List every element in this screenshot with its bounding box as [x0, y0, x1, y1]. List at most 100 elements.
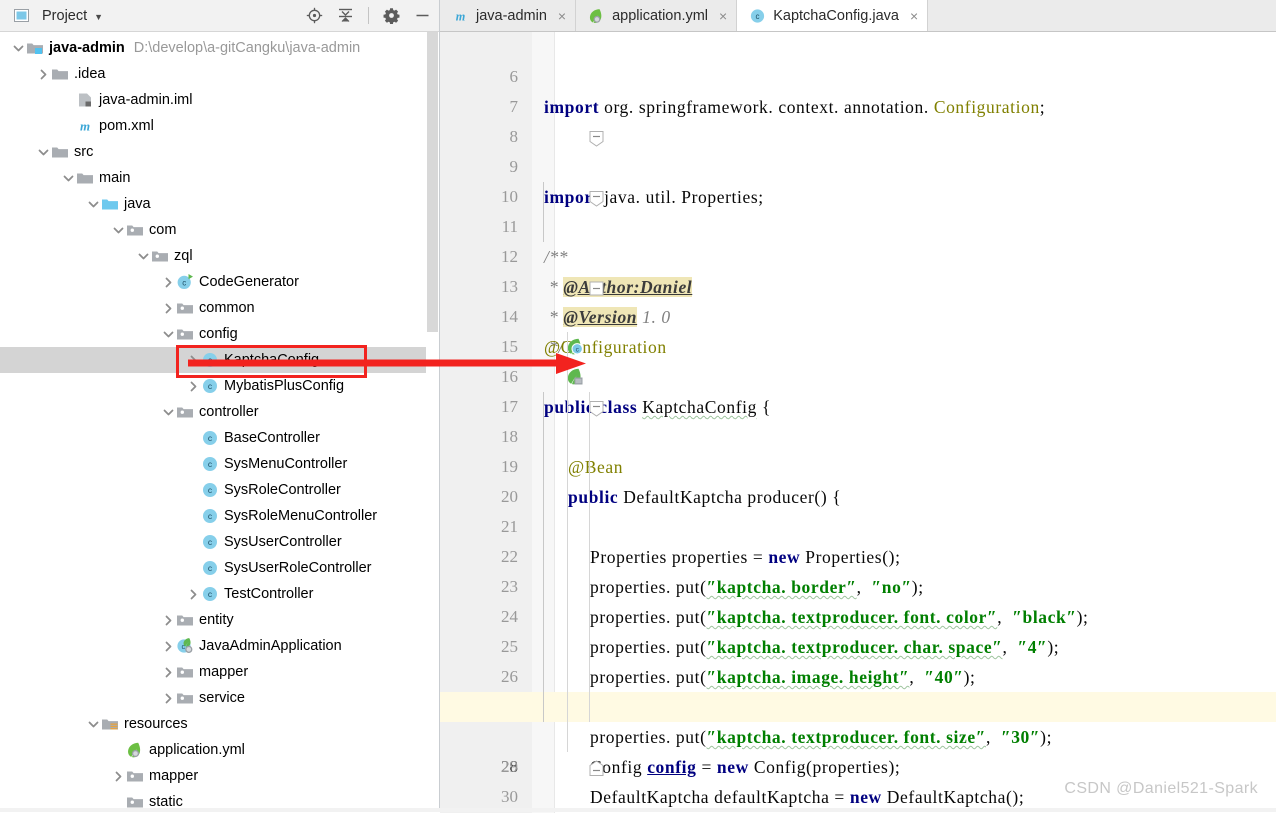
editor-tab-kaptchaconfig-java[interactable]: c KaptchaConfig.java ×	[737, 0, 929, 31]
tree-row-mapper[interactable]: mapper	[0, 659, 439, 685]
tree-row-com[interactable]: com	[0, 217, 439, 243]
spring-bean-class-gutter-icon[interactable]: c	[512, 307, 584, 355]
tree-row-main[interactable]: main	[0, 165, 439, 191]
package-icon	[126, 221, 144, 239]
tree-row-sysmenucontroller[interactable]: c SysMenuController	[0, 451, 439, 477]
tree-row-sysusercontroller[interactable]: c SysUserController	[0, 529, 439, 555]
chevron-down-icon[interactable]	[60, 165, 76, 191]
maven-pom-icon: m	[76, 117, 94, 135]
class-icon: c	[201, 585, 219, 603]
chevron-right-icon[interactable]	[185, 373, 201, 399]
chevron-right-icon[interactable]	[160, 685, 176, 711]
chevron-right-icon[interactable]	[35, 61, 51, 87]
tree-row-testcontroller[interactable]: c TestController	[0, 581, 439, 607]
class-runnable-icon: c	[176, 273, 194, 291]
chevron-down-icon[interactable]	[85, 711, 101, 737]
tree-row-java-admin[interactable]: java-admin D:\develop\a-gitCangku\java-ad…	[0, 35, 439, 61]
tree-row-entity[interactable]: entity	[0, 607, 439, 633]
chevron-down-icon[interactable]: ▼	[94, 12, 103, 22]
tree-row-resources[interactable]: resources	[0, 711, 439, 737]
tree-row-zql[interactable]: zql	[0, 243, 439, 269]
scrollbar-thumb[interactable]	[427, 32, 438, 332]
tree-arrow-placeholder	[185, 477, 201, 503]
chevron-down-icon[interactable]	[110, 217, 126, 243]
project-tree-scrollbar[interactable]	[426, 32, 439, 813]
tree-row-label: mapper	[199, 664, 249, 680]
project-toolbar: Project ▼	[0, 0, 439, 32]
fold-marker-icon[interactable]	[536, 98, 604, 147]
chevron-right-icon[interactable]	[185, 581, 201, 607]
spring-bean-method-gutter-icon[interactable]	[512, 337, 583, 385]
editor-tab-java-admin[interactable]: m java-admin ×	[440, 0, 577, 31]
tree-row-javaadminapplication[interactable]: c JavaAdminApplication	[0, 633, 439, 659]
tree-row-src[interactable]: src	[0, 139, 439, 165]
tree-arrow-placeholder	[185, 529, 201, 555]
code-line: 6 import org. springframework. context. …	[440, 32, 1276, 117]
chevron-down-icon[interactable]	[160, 321, 176, 347]
chevron-right-icon[interactable]	[185, 347, 201, 373]
svg-text:c: c	[756, 12, 760, 21]
tree-row-service[interactable]: service	[0, 685, 439, 711]
chevron-down-icon[interactable]	[160, 399, 176, 425]
project-tree-scroll[interactable]: java-admin D:\develop\a-gitCangku\java-ad…	[0, 32, 439, 813]
code-line: 10 /**	[440, 152, 1276, 267]
package-icon	[176, 325, 194, 343]
chevron-right-icon[interactable]	[160, 295, 176, 321]
chevron-right-icon[interactable]	[160, 607, 176, 633]
code-content[interactable]: 6 import org. springframework. context. …	[440, 32, 1276, 813]
chevron-down-icon[interactable]	[35, 139, 51, 165]
tree-row-label: KaptchaConfig	[224, 352, 320, 368]
code-line: 30 }	[440, 752, 1276, 806]
collapse-all-icon[interactable]	[337, 7, 354, 24]
locate-target-icon[interactable]	[306, 7, 323, 24]
tree-row-java[interactable]: java	[0, 191, 439, 217]
fold-marker-icon[interactable]	[536, 158, 604, 207]
fold-marker-icon[interactable]	[536, 368, 604, 417]
tree-row-label: CodeGenerator	[199, 274, 299, 290]
close-icon[interactable]: ×	[910, 9, 918, 23]
editor-tab-application-yml[interactable]: application.yml ×	[576, 0, 738, 31]
tree-row-label: application.yml	[149, 742, 245, 758]
tree-row-config[interactable]: config	[0, 321, 439, 347]
chevron-right-icon[interactable]	[160, 659, 176, 685]
tree-row-sysrolecontroller[interactable]: c SysRoleController	[0, 477, 439, 503]
package-icon	[126, 767, 144, 785]
module-folder-icon	[26, 39, 44, 57]
chevron-down-icon[interactable]	[85, 191, 101, 217]
fold-marker-icon[interactable]	[536, 248, 604, 296]
tree-row-controller[interactable]: controller	[0, 399, 439, 425]
tree-row-codegenerator[interactable]: c CodeGenerator	[0, 269, 439, 295]
tree-row-mapper[interactable]: mapper	[0, 763, 439, 789]
code-editor[interactable]: 6 import org. springframework. context. …	[440, 32, 1276, 813]
tree-row-label: BaseController	[224, 430, 320, 446]
tree-row-pom-xml[interactable]: m pom.xml	[0, 113, 439, 139]
tree-row-application-yml[interactable]: application.yml	[0, 737, 439, 763]
close-icon[interactable]: ×	[558, 9, 566, 23]
chevron-down-icon[interactable]	[135, 243, 151, 269]
editor-area: m java-admin × application.yml × c KaptchaConf…	[440, 0, 1276, 813]
gear-icon[interactable]	[383, 7, 400, 25]
fold-region-line	[543, 572, 544, 602]
tree-row-label: resources	[124, 716, 188, 732]
project-title-group[interactable]: Project ▼	[0, 7, 103, 25]
tree-row--idea[interactable]: .idea	[0, 61, 439, 87]
minimize-icon[interactable]	[414, 7, 431, 24]
tree-row-sysrolemenucontroller[interactable]: c SysRoleMenuController	[0, 503, 439, 529]
tree-row-common[interactable]: common	[0, 295, 439, 321]
package-icon	[151, 247, 169, 265]
tree-row-mybatisplusconfig[interactable]: c MybatisPlusConfig	[0, 373, 439, 399]
chevron-right-icon[interactable]	[160, 269, 176, 295]
fold-region-line	[543, 482, 544, 512]
chevron-right-icon[interactable]	[110, 763, 126, 789]
chevron-right-icon[interactable]	[160, 633, 176, 659]
fold-region-line	[543, 542, 544, 572]
iml-file-icon	[76, 91, 94, 109]
fold-marker-icon[interactable]	[536, 728, 604, 776]
tree-row-basecontroller[interactable]: c BaseController	[0, 425, 439, 451]
tree-row-sysuserrolecontroller[interactable]: c SysUserRoleController	[0, 555, 439, 581]
close-icon[interactable]: ×	[719, 9, 727, 23]
tree-row-kaptchaconfig[interactable]: c KaptchaConfig	[0, 347, 439, 373]
chevron-down-icon[interactable]	[10, 35, 26, 61]
resources-root-icon	[101, 715, 119, 733]
tree-row-java-admin-iml[interactable]: java-admin.iml	[0, 87, 439, 113]
